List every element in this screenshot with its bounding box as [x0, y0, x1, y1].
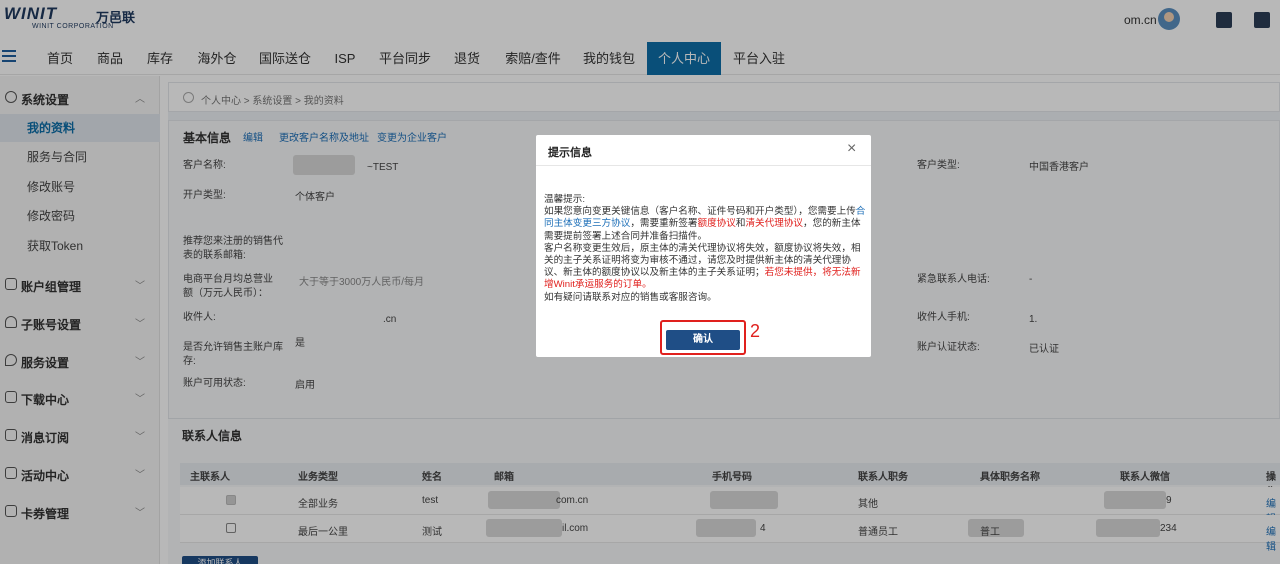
modal-title: 提示信息: [548, 147, 592, 159]
close-icon[interactable]: ×: [847, 141, 856, 157]
modal-header: 提示信息 ×: [536, 135, 871, 166]
modal-greeting: 温馨提示:: [544, 194, 586, 205]
modal-paragraph-2: 客户名称变更生效后，原主体的清关代理协议将失效，额度协议将失效，相关的主子关系证…: [544, 242, 861, 291]
modal-paragraph-1: 如果您意向变更关键信息（客户名称、证件号码和开户类型），您需要上传合同主体变更三…: [544, 206, 866, 242]
confirm-button[interactable]: 确认: [666, 330, 740, 350]
step-annotation: 2: [750, 321, 761, 341]
modal-body: 温馨提示: 如果您意向变更关键信息（客户名称、证件号码和开户类型），您需要上传合…: [544, 194, 866, 304]
modal-paragraph-3: 如有疑问请联系对应的销售或客服咨询。: [544, 291, 717, 303]
